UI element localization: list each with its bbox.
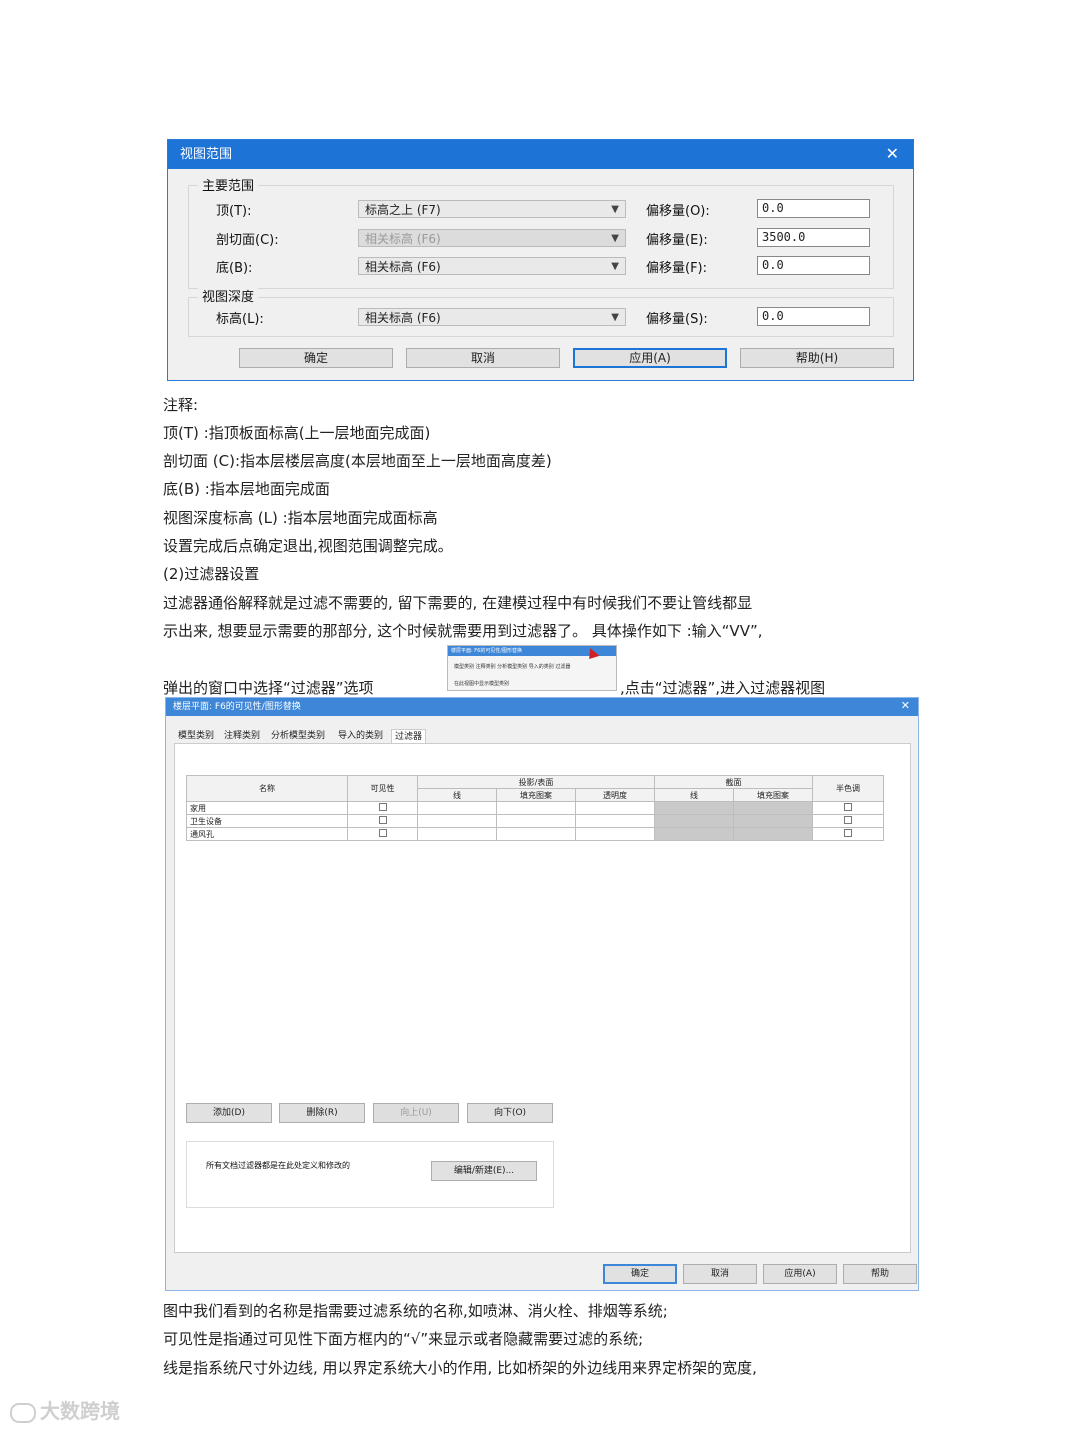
thumbnail-tabs: 模型类别 注释类别 分析模型类别 导入的类别 过滤器 — [454, 664, 571, 670]
filter-name: 卫生设备 — [186, 814, 348, 828]
cancel-button[interactable]: 取消 — [406, 348, 560, 368]
col-projection-line: 线 — [417, 788, 497, 802]
chevron-down-icon: ▼ — [611, 204, 619, 215]
chevron-down-icon: ▼ — [611, 233, 619, 244]
level-label: 标高(L): — [216, 312, 264, 327]
dialog-title: 楼层平面: F6的可见性/图形替换 — [166, 698, 918, 716]
bottom-label: 底(B): — [216, 261, 253, 276]
bottom-offset-label: 偏移量(F): — [646, 261, 708, 276]
cut-offset-label: 偏移量(E): — [646, 233, 708, 248]
close-icon[interactable]: ✕ — [901, 699, 910, 712]
col-projection-fill: 填充图案 — [496, 788, 576, 802]
col-cut: 截面 — [654, 775, 813, 789]
tab-filters[interactable]: 过滤器 — [391, 729, 427, 744]
top-select[interactable]: 标高之上 (F7) ▼ — [358, 200, 626, 218]
filter-tab-thumbnail: 楼层平面: F6的可见性/图形替换 模型类别 注释类别 分析模型类别 导入的类别… — [447, 645, 617, 691]
apply-button[interactable]: 应用(A) — [573, 348, 727, 368]
col-projection: 投影/表面 — [417, 775, 655, 789]
note-finish: 设置完成后点确定退出,视图范围调整完成。 — [163, 537, 453, 555]
cancel-button[interactable]: 取消 — [683, 1264, 757, 1284]
tab-model-categories[interactable]: 模型类别 — [175, 729, 217, 743]
note-top: 顶(T) :指顶板面标高(上一层地面完成面) — [163, 424, 431, 442]
chat-bubble-icon — [10, 1402, 36, 1423]
ok-button[interactable]: 确定 — [239, 348, 393, 368]
filter-info-text: 所有文档过滤器都是在此处定义和修改的 — [206, 1161, 350, 1170]
help-button[interactable]: 帮助(H) — [740, 348, 894, 368]
paragraph-line-2: 示出来, 想要显示需要的那部分, 这个时候就需要用到过滤器了。 具体操作如下 :… — [163, 622, 763, 640]
level-offset-label: 偏移量(S): — [646, 312, 708, 327]
cut-offset-input[interactable]: 3500.0 — [757, 228, 870, 247]
col-cut-fill: 填充图案 — [733, 788, 813, 802]
tab-imported-categories[interactable]: 导入的类别 — [335, 729, 386, 743]
top-offset-input[interactable]: 0.0 — [757, 199, 870, 218]
paragraph-line-1: 过滤器通俗解释就是过滤不需要的, 留下需要的, 在建模过程中有时候我们不要让管线… — [163, 594, 753, 612]
explain-name: 图中我们看到的名称是指需要过滤系统的名称,如喷淋、消火栓、排烟等系统; — [163, 1302, 668, 1320]
edit-new-button[interactable]: 编辑/新建(E)... — [431, 1161, 537, 1181]
note-cut: 剖切面 (C):指本层楼层高度(本层地面至上一层地面高度差) — [163, 452, 552, 470]
apply-button[interactable]: 应用(A) — [763, 1264, 837, 1284]
chevron-down-icon: ▼ — [611, 261, 619, 272]
level-offset-input[interactable]: 0.0 — [757, 307, 870, 326]
section-heading: (2)过滤器设置 — [163, 565, 260, 583]
remove-filter-button[interactable]: 删除(R) — [279, 1103, 365, 1123]
bottom-select[interactable]: 相关标高 (F6) ▼ — [358, 257, 626, 275]
table-row[interactable]: 通风孔 — [186, 827, 884, 841]
cut-plane-select: 相关标高 (F6) ▼ — [358, 229, 626, 247]
col-cut-line: 线 — [654, 788, 734, 802]
cut-plane-label: 剖切面(C): — [216, 233, 279, 248]
top-offset-label: 偏移量(O): — [646, 204, 710, 219]
view-range-dialog: 视图范围 ✕ 主要范围 顶(T): 标高之上 (F7) ▼ 偏移量(O): 0.0… — [167, 139, 914, 381]
col-projection-transparency: 透明度 — [575, 788, 655, 802]
filters-table: 名称 可见性 投影/表面 截面 半色调 线 填充图案 透明度 线 填充图案 家用… — [186, 775, 884, 841]
level-select[interactable]: 相关标高 (F6) ▼ — [358, 308, 626, 326]
primary-range-label: 主要范围 — [198, 175, 259, 194]
visibility-checkbox[interactable] — [378, 803, 387, 811]
col-halftone: 半色调 — [812, 775, 884, 802]
visibility-graphics-dialog: 楼层平面: F6的可见性/图形替换 ✕ 模型类别 注释类别 分析模型类别 导入的… — [165, 697, 919, 1291]
note-heading: 注释: — [163, 396, 199, 414]
explain-visibility: 可见性是指通过可见性下面方框内的“√”来显示或者隐藏需要过滤的系统; — [163, 1330, 644, 1348]
move-up-button: 向上(U) — [373, 1103, 459, 1123]
dialog-title: 视图范围 — [168, 140, 913, 169]
halftone-checkbox[interactable] — [844, 816, 852, 824]
halftone-checkbox[interactable] — [844, 803, 852, 811]
watermark: 大数跨境 — [10, 1395, 120, 1424]
col-name: 名称 — [186, 775, 348, 802]
col-visibility: 可见性 — [347, 775, 418, 802]
bottom-offset-input[interactable]: 0.0 — [757, 256, 870, 275]
halftone-checkbox[interactable] — [844, 829, 852, 837]
add-filter-button[interactable]: 添加(D) — [186, 1103, 272, 1123]
paragraph-line-3b: ,点击“过滤器”,进入过滤器视图 — [620, 679, 826, 697]
note-bottom: 底(B) :指本层地面完成面 — [163, 480, 330, 498]
tab-analytical-model-categories[interactable]: 分析模型类别 — [268, 729, 328, 743]
ok-button[interactable]: 确定 — [603, 1264, 677, 1284]
table-row[interactable]: 家用 — [186, 801, 884, 815]
filter-name: 家用 — [186, 801, 348, 815]
explain-line: 线是指系统尺寸外边线, 用以界定系统大小的作用, 比如桥架的外边线用来界定桥架的… — [163, 1359, 757, 1377]
top-label: 顶(T): — [216, 204, 252, 219]
table-row[interactable]: 卫生设备 — [186, 814, 884, 828]
visibility-checkbox[interactable] — [378, 829, 387, 837]
filter-name: 通风孔 — [186, 827, 348, 841]
move-down-button[interactable]: 向下(O) — [467, 1103, 553, 1123]
thumbnail-checkbox-label: 在此视图中显示模型类别 — [454, 681, 510, 687]
visibility-checkbox[interactable] — [378, 816, 387, 824]
tab-annotation-categories[interactable]: 注释类别 — [221, 729, 263, 743]
note-depth: 视图深度标高 (L) :指本层地面完成面标高 — [163, 509, 438, 527]
view-depth-label: 视图深度 — [198, 286, 259, 305]
paragraph-line-3a: 弹出的窗口中选择“过滤器”选项 — [163, 679, 374, 697]
chevron-down-icon: ▼ — [611, 312, 619, 323]
close-icon[interactable]: ✕ — [886, 144, 899, 163]
help-button[interactable]: 帮助 — [843, 1264, 917, 1284]
